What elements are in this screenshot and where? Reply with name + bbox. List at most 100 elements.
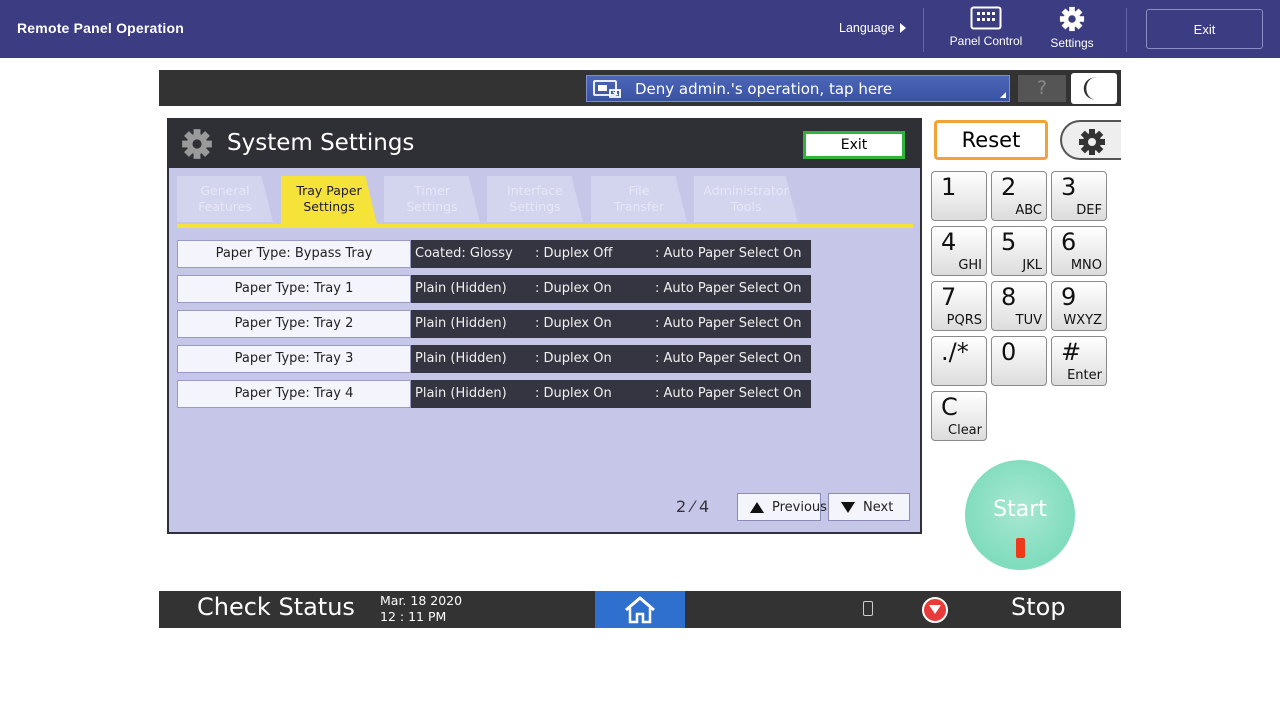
previous-button[interactable]: Previous (737, 493, 827, 521)
deny-admin-operation-bar[interactable]: Deny admin.'s operation, tap here (586, 75, 1010, 102)
status-led (1016, 538, 1025, 558)
tab-label: Tray Paper (296, 183, 362, 198)
divider (1126, 8, 1127, 52)
duplex-value: : Duplex On (535, 281, 612, 296)
page-title: System Settings (227, 130, 415, 156)
tab-label: Settings (406, 199, 458, 214)
tab-file-transfer[interactable]: File Transfer (591, 176, 687, 222)
top-bar: Remote Panel Operation Language Panel Co… (0, 0, 1280, 58)
settings-button[interactable]: Settings (1029, 6, 1115, 54)
arrow-up-icon (750, 501, 764, 513)
key-dot-star[interactable]: ./* (931, 336, 987, 386)
key-6[interactable]: 6 MNO (1051, 226, 1107, 276)
reset-button[interactable]: Reset (934, 120, 1048, 160)
key-9[interactable]: 9 WXYZ (1051, 281, 1107, 331)
language-menu[interactable]: Language (839, 21, 906, 35)
system-settings-exit-button[interactable]: Exit (803, 131, 905, 159)
key-5[interactable]: 5 JKL (991, 226, 1047, 276)
caret-right-icon (899, 23, 906, 33)
time-label: 12 : 11 PM (380, 609, 447, 624)
exit-button[interactable]: Exit (1146, 9, 1263, 49)
list-item: Paper Type: Bypass Tray Coated: Glossy :… (177, 240, 811, 268)
setting-value: Plain (Hidden) : Duplex On : Auto Paper … (411, 380, 811, 408)
keypad-icon (970, 6, 1002, 30)
gear-icon (182, 129, 212, 159)
next-button[interactable]: Next (828, 493, 910, 521)
check-status-button[interactable]: Check Status (197, 593, 355, 621)
key-digit: ./* (941, 338, 969, 366)
tab-label: Transfer (613, 199, 665, 214)
divider (923, 8, 924, 52)
list-item: Paper Type: Tray 3 Plain (Hidden) : Dupl… (177, 345, 811, 373)
tab-underline (177, 224, 913, 228)
key-digit: 5 (1001, 228, 1017, 256)
key-1[interactable]: 1 (931, 171, 987, 221)
panel-control-button[interactable]: Panel Control (943, 6, 1029, 54)
paper-type-value: Plain (Hidden) (415, 386, 507, 401)
paper-type-tray-3-button[interactable]: Paper Type: Tray 3 (177, 345, 411, 373)
paper-type-tray-2-button[interactable]: Paper Type: Tray 2 (177, 310, 411, 338)
tab-administrator-tools[interactable]: Administrator Tools (694, 176, 798, 222)
duplex-value: : Duplex On (535, 386, 612, 401)
list-item: Paper Type: Tray 1 Plain (Hidden) : Dupl… (177, 275, 811, 303)
key-clear[interactable]: C Clear (931, 391, 987, 441)
key-letters: MNO (1070, 258, 1102, 273)
device-settings-button[interactable] (1060, 120, 1121, 160)
tab-interface-settings[interactable]: Interface Settings (487, 176, 583, 222)
stop-icon (922, 597, 948, 623)
key-letters: GHI (958, 258, 982, 273)
settings-label: Settings (1050, 36, 1094, 50)
key-7[interactable]: 7 PQRS (931, 281, 987, 331)
paper-type-tray-4-button[interactable]: Paper Type: Tray 4 (177, 380, 411, 408)
gear-icon (1079, 129, 1105, 155)
list-item: Paper Type: Tray 2 Plain (Hidden) : Dupl… (177, 310, 811, 338)
stop-button[interactable]: Stop (904, 591, 1121, 628)
app-title: Remote Panel Operation (17, 20, 184, 36)
key-letters: Clear (948, 423, 982, 438)
paper-type-bypass-tray-button[interactable]: Paper Type: Bypass Tray (177, 240, 411, 268)
date-label: Mar. 18 2020 (380, 593, 463, 608)
tab-timer-settings[interactable]: Timer Settings (384, 176, 480, 222)
energy-saver-button[interactable] (1071, 73, 1117, 104)
previous-label: Previous (772, 499, 827, 515)
auto-select-value: : Auto Paper Select On (655, 246, 802, 261)
duplex-value: : Duplex On (535, 351, 612, 366)
settings-tabs: General Features Tray Paper Settings Tim… (177, 176, 917, 228)
date-time: Mar. 18 2020 12 : 11 PM (380, 593, 462, 625)
tab-tray-paper-settings[interactable]: Tray Paper Settings (281, 176, 377, 224)
key-0[interactable]: 0 (991, 336, 1047, 386)
key-digit: 7 (941, 283, 957, 311)
auto-select-value: : Auto Paper Select On (655, 351, 802, 366)
key-8[interactable]: 8 TUV (991, 281, 1047, 331)
memory-icon (863, 601, 873, 616)
setting-value: Coated: Glossy : Duplex Off : Auto Paper… (411, 240, 811, 268)
tab-label: General (200, 183, 250, 198)
tab-label: Settings (509, 199, 561, 214)
page-indicator: 2 ⁄ 4 (676, 497, 710, 516)
stop-label: Stop (1011, 593, 1066, 621)
key-4[interactable]: 4 GHI (931, 226, 987, 276)
arrow-down-icon (841, 501, 855, 513)
tab-label: Tools (730, 199, 762, 214)
auto-select-value: : Auto Paper Select On (655, 386, 802, 401)
key-digit: 0 (1001, 338, 1017, 366)
key-2[interactable]: 2 ABC (991, 171, 1047, 221)
key-digit: 3 (1061, 173, 1077, 201)
tab-label: Settings (303, 199, 355, 214)
paper-type-tray-1-button[interactable]: Paper Type: Tray 1 (177, 275, 411, 303)
tab-general-features[interactable]: General Features (177, 176, 273, 222)
tab-label: Timer (414, 183, 450, 198)
help-button[interactable]: ? (1018, 75, 1066, 102)
system-settings-title-bar: System Settings Exit (169, 120, 920, 168)
key-digit: 6 (1061, 228, 1077, 256)
key-letters: PQRS (946, 313, 982, 328)
tab-label: Features (198, 199, 252, 214)
key-hash-enter[interactable]: # Enter (1051, 336, 1107, 386)
key-letters: Enter (1067, 368, 1102, 383)
tab-label: Interface (507, 183, 563, 198)
start-button[interactable]: Start (965, 460, 1075, 570)
paper-type-value: Plain (Hidden) (415, 351, 507, 366)
key-3[interactable]: 3 DEF (1051, 171, 1107, 221)
home-button[interactable] (595, 591, 685, 628)
gear-icon (1059, 6, 1085, 32)
